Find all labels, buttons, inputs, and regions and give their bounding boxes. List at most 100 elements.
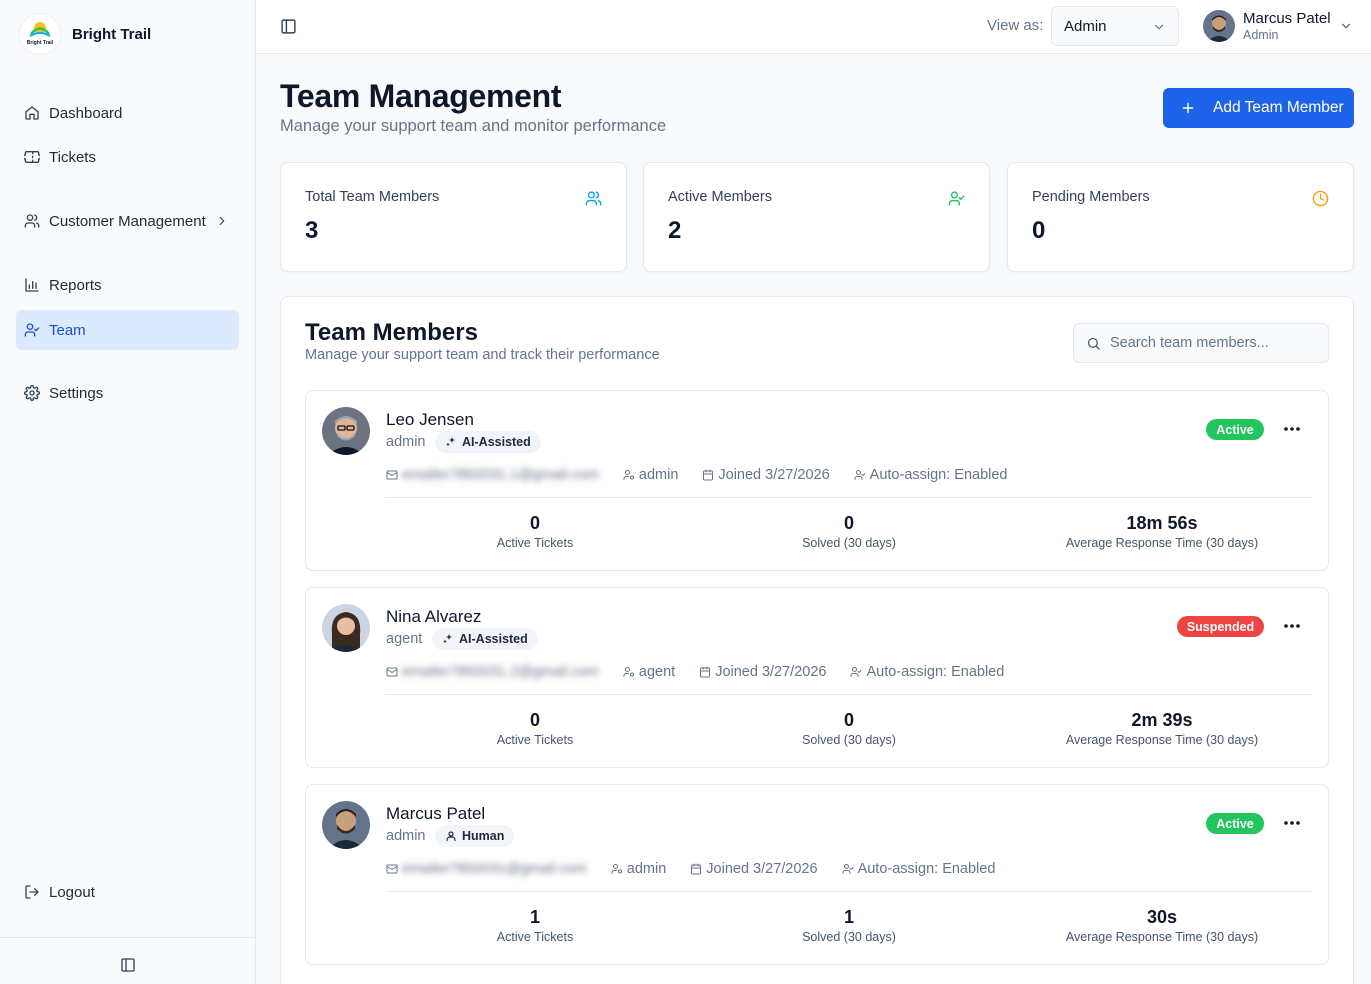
user-avatar[interactable]: [1203, 10, 1235, 42]
status-badge: Suspended: [1177, 616, 1264, 637]
member-auto-assign-value: Auto-assign: Enabled: [866, 664, 1005, 680]
member-joined-value: Joined 3/27/2026: [715, 664, 827, 680]
mail-icon: [386, 667, 398, 677]
panel-title: Team Members: [305, 319, 478, 346]
member-joined-value: Joined 3/27/2026: [706, 861, 818, 877]
stat-value: 0: [843, 710, 854, 730]
member-type-label: AI-Assisted: [462, 435, 531, 449]
member-auto-assign: Auto-assign: Enabled: [850, 664, 1004, 680]
member-email: emailer7892031@gmail.com: [386, 861, 587, 877]
team-member-card: Leo Jensen admin AI-Assisted Active emai…: [305, 390, 1329, 571]
chevron-right-icon: [219, 216, 225, 226]
calendar-icon: [700, 666, 711, 678]
view-as-select[interactable]: Admin: [1051, 6, 1179, 46]
member-email: emailer7892031.2@gmail.com: [386, 664, 599, 680]
user-check-icon: [850, 667, 862, 677]
member-type-label: AI-Assisted: [459, 632, 528, 646]
chevron-down-icon[interactable]: [1339, 19, 1353, 33]
stat-value: 0: [529, 710, 540, 730]
sidebar-item-dashboard[interactable]: Dashboard: [16, 93, 239, 133]
mail-icon: [386, 864, 398, 874]
search-input[interactable]: [1110, 324, 1320, 362]
sidebar-item-label: Reports: [49, 276, 102, 294]
member-email-value: emailer7892031@gmail.com: [402, 861, 587, 877]
member-stat-avg-response: 18m 56s Average Response Time (30 days): [1008, 512, 1316, 550]
view-as-value: Admin: [1064, 17, 1107, 35]
more-options-icon[interactable]: [1280, 421, 1304, 437]
calendar-icon: [691, 863, 702, 875]
member-joined: Joined 3/27/2026: [690, 861, 818, 877]
stat-label: Active Members: [668, 189, 772, 205]
sidebar-item-reports[interactable]: Reports: [16, 265, 239, 305]
user-icon: [446, 831, 456, 842]
stat-card-pending-members: Pending Members 0: [1007, 162, 1354, 272]
member-meta-role-value: admin: [626, 861, 667, 877]
stat-value: 3: [305, 217, 319, 244]
brand-logo-text: Bright Trail: [27, 40, 54, 46]
page-title: Team Management: [280, 78, 562, 114]
member-meta-role: admin: [611, 861, 667, 877]
user-name[interactable]: Marcus Patel: [1243, 10, 1331, 27]
member-role: admin: [386, 434, 426, 450]
sidebar-item-label: Team: [49, 321, 86, 339]
member-stat-solved: 0 Solved (30 days): [695, 512, 1003, 550]
user-cog-icon: [611, 864, 622, 874]
stat-value: 1: [843, 907, 854, 927]
member-avatar: [322, 604, 370, 652]
stat-card-total-members: Total Team Members 3: [280, 162, 627, 272]
member-auto-assign-value: Auto-assign: Enabled: [869, 467, 1008, 483]
member-name: Leo Jensen: [386, 410, 474, 429]
member-avatar: [322, 801, 370, 849]
member-role: admin: [386, 828, 426, 844]
gear-icon: [24, 385, 40, 401]
member-meta: emailer7892031@gmail.com admin Joined 3/…: [386, 860, 1019, 878]
page-subtitle: Manage your support team and monitor per…: [280, 117, 667, 135]
member-meta: emailer7892031.2@gmail.com agent Joined …: [386, 663, 1028, 681]
home-icon: [25, 106, 39, 120]
member-type-badge: AI-Assisted: [432, 628, 538, 650]
bar-chart-icon: [25, 278, 39, 292]
sidebar-toggle-icon[interactable]: [280, 18, 297, 35]
divider: [386, 694, 1312, 695]
member-stat-active-tickets: 1 Active Tickets: [381, 906, 689, 944]
stat-label: Active Tickets: [496, 733, 574, 747]
user-cog-icon: [623, 667, 634, 677]
sidebar-item-tickets[interactable]: Tickets: [16, 137, 239, 177]
member-stat-active-tickets: 0 Active Tickets: [381, 512, 689, 550]
more-options-icon[interactable]: [1280, 815, 1304, 831]
member-type-badge: Human: [435, 825, 515, 847]
team-member-card: Marcus Patel admin Human Active emailer7…: [305, 784, 1329, 965]
member-meta-role-value: agent: [638, 664, 676, 680]
add-team-member-label: Add Team Member: [1213, 99, 1344, 116]
logout-button[interactable]: Logout: [16, 872, 239, 912]
user-cog-icon: [623, 470, 634, 480]
ticket-icon: [24, 151, 40, 163]
brand[interactable]: Bright Trail Bright Trail: [20, 14, 151, 54]
search-box[interactable]: [1073, 323, 1329, 363]
brand-logo: Bright Trail: [20, 14, 60, 54]
sidebar-item-customer-management[interactable]: Customer Management: [16, 201, 239, 241]
stat-label: Average Response Time (30 days): [1065, 733, 1259, 747]
plus-icon: [1182, 102, 1194, 114]
sidebar-item-settings[interactable]: Settings: [16, 373, 239, 413]
member-type-label: Human: [462, 829, 505, 843]
user-role: Admin: [1243, 28, 1279, 42]
member-auto-assign-value: Auto-assign: Enabled: [857, 861, 996, 877]
more-options-icon[interactable]: [1280, 618, 1304, 634]
sidebar: Bright Trail Bright Trail Dashboard Tick…: [0, 0, 256, 984]
logout-icon: [25, 885, 39, 899]
member-email-value: emailer7892031.1@gmail.com: [402, 467, 599, 483]
add-team-member-button[interactable]: Add Team Member: [1163, 88, 1354, 128]
user-check-icon: [948, 191, 965, 206]
sidebar-collapse-icon[interactable]: [120, 957, 136, 973]
clock-icon: [1312, 190, 1329, 207]
mail-icon: [386, 470, 398, 480]
member-stat-avg-response: 30s Average Response Time (30 days): [1008, 906, 1316, 944]
team-member-card: Nina Alvarez agent AI-Assisted Suspended…: [305, 587, 1329, 768]
member-stat-avg-response: 2m 39s Average Response Time (30 days): [1008, 709, 1316, 747]
user-check-icon: [854, 470, 866, 480]
member-avatar: [322, 407, 370, 455]
stat-value: 0: [1032, 217, 1046, 244]
status-badge: Active: [1206, 419, 1264, 440]
sidebar-item-team[interactable]: Team: [16, 310, 239, 350]
